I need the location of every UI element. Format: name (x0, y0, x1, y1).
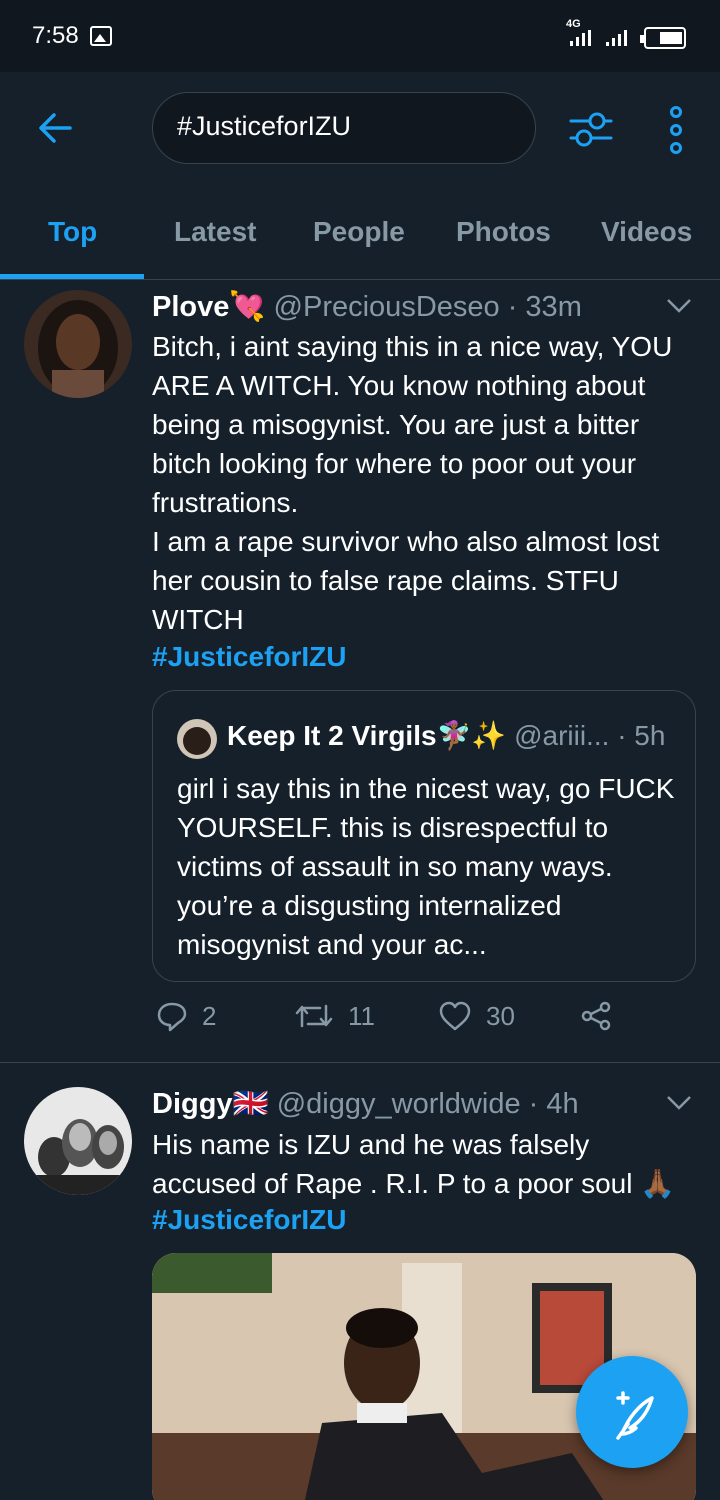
retweet-icon (295, 1004, 333, 1028)
compose-feather-icon (616, 1391, 654, 1440)
display-name[interactable]: Diggy🇬🇧 (152, 1088, 269, 1120)
tab-latest[interactable]: Latest (174, 216, 256, 248)
compose-tweet-button[interactable] (576, 1356, 688, 1468)
tweet-divider (0, 1062, 720, 1063)
tab-photos[interactable]: Photos (456, 216, 551, 248)
network-type: 4G (566, 18, 581, 30)
image-notification-icon (90, 26, 112, 46)
hashtag-link[interactable]: #JusticeforIZU (152, 1204, 347, 1236)
user-handle: @PreciousDeseo (273, 291, 500, 323)
status-time: 7:58 (32, 22, 79, 49)
quoted-text: girl i say this in the nicest way, go FU… (177, 773, 675, 960)
quoted-handle: @ariii... (514, 720, 610, 751)
tab-videos[interactable]: Videos (601, 216, 692, 248)
tweet-time: · 33m (507, 291, 582, 323)
like-count: 30 (486, 1000, 515, 1031)
back-arrow-icon[interactable] (36, 108, 76, 148)
status-bar: 7:58 4G (0, 0, 720, 72)
search-input[interactable] (177, 111, 517, 142)
signal-icon-2 (606, 30, 627, 46)
share-button[interactable] (580, 1000, 612, 1032)
search-header: Top Latest People Photos Videos (0, 72, 720, 280)
tweet-header: Plove💘 @PreciousDeseo · 33m (152, 290, 582, 324)
search-box[interactable] (152, 92, 536, 164)
battery-icon (640, 27, 686, 49)
reply-count: 2 (202, 1000, 217, 1031)
avatar[interactable] (24, 1087, 132, 1195)
chevron-down-icon[interactable] (666, 1095, 692, 1111)
tweet-text: Bitch, i aint saying this in a nice way,… (152, 331, 673, 635)
tab-people[interactable]: People (313, 216, 405, 248)
reply-button[interactable]: 2 (156, 1000, 216, 1032)
active-tab-indicator (0, 274, 144, 279)
signal-icon (570, 30, 591, 46)
user-handle: @diggy_worldwide (276, 1088, 521, 1120)
overflow-menu-icon[interactable] (664, 106, 688, 154)
tweet-text: His name is IZU and he was falsely accus… (152, 1129, 676, 1199)
search-tabs: Top Latest People Photos Videos (0, 204, 720, 280)
share-icon (581, 1001, 611, 1031)
chevron-down-icon[interactable] (666, 298, 692, 314)
quoted-display-name: Keep It 2 Virgils🧚🏾‍♀️✨ (227, 720, 507, 751)
quoted-header: Keep It 2 Virgils🧚🏾‍♀️✨ @ariii... · 5h (227, 719, 665, 752)
tweet-time: · 4h (528, 1088, 579, 1120)
heart-icon (439, 1001, 471, 1031)
quoted-avatar (177, 719, 217, 759)
tweet-actions: 2 11 30 (152, 1000, 672, 1046)
tweet-header: Diggy🇬🇧 @diggy_worldwide · 4h (152, 1087, 579, 1121)
quoted-time: · 5h (617, 720, 666, 751)
avatar[interactable] (24, 290, 132, 398)
search-filter-icon[interactable] (568, 106, 614, 152)
retweet-button[interactable]: 11 (294, 1000, 375, 1032)
like-button[interactable]: 30 (438, 1000, 515, 1032)
hashtag-link[interactable]: #JusticeforIZU (152, 641, 347, 673)
quoted-tweet[interactable]: Keep It 2 Virgils🧚🏾‍♀️✨ @ariii... · 5h g… (152, 690, 696, 982)
display-name[interactable]: Plove💘 (152, 291, 265, 323)
retweet-count: 11 (348, 1000, 375, 1031)
reply-icon (157, 1002, 187, 1032)
tab-top[interactable]: Top (48, 216, 97, 248)
